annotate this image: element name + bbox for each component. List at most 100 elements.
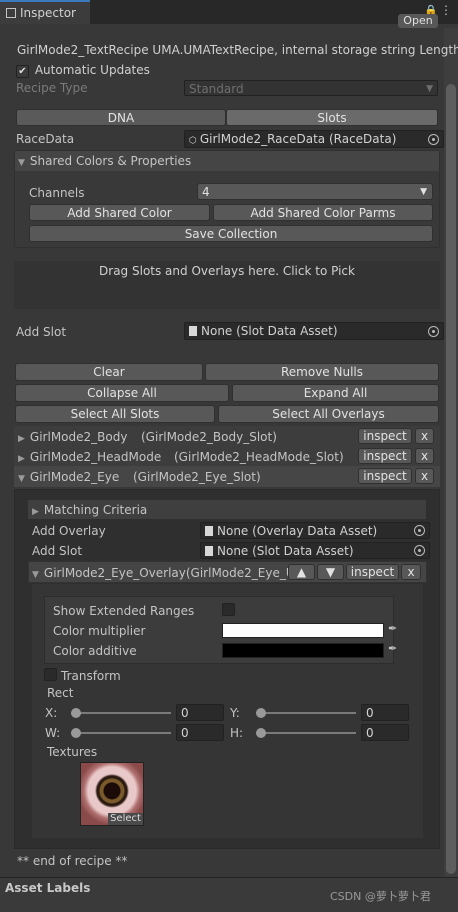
slot-row-label[interactable]: ▼ GirlMode2_Eye bbox=[18, 470, 119, 484]
auto-updates-checkbox[interactable]: ✔ Automatic Updates bbox=[16, 63, 150, 78]
slot-asset-name: (GirlMode2_Eye_Slot) bbox=[133, 470, 261, 484]
more-options-icon[interactable]: ⋮ bbox=[440, 3, 452, 17]
matching-criteria-label: Matching Criteria bbox=[43, 503, 148, 517]
object-picker-icon[interactable] bbox=[414, 525, 425, 536]
shared-colors-label: Shared Colors & Properties bbox=[29, 154, 192, 168]
transform-checkbox[interactable] bbox=[44, 668, 57, 681]
remove-nulls-button[interactable]: Remove Nulls bbox=[205, 363, 439, 381]
race-data-label: RaceData bbox=[16, 132, 75, 146]
object-picker-icon[interactable] bbox=[428, 326, 439, 337]
transform-label: Transform bbox=[61, 669, 121, 683]
add-overlay-label: Add Overlay bbox=[32, 524, 106, 538]
race-data-field[interactable]: ⬡ GirlMode2_RaceData (RaceData) bbox=[184, 130, 444, 148]
slot-asset-name: (GirlMode2_Body_Slot) bbox=[141, 430, 277, 444]
y-slider[interactable] bbox=[256, 712, 356, 714]
select-all-overlays-button[interactable]: Select All Overlays bbox=[218, 405, 439, 423]
rect-label: Rect bbox=[47, 686, 74, 700]
slot-name: GirlMode2_Eye bbox=[29, 470, 120, 484]
shared-colors-title[interactable]: ▼ Shared Colors & Properties bbox=[18, 154, 191, 168]
slot-asset-icon bbox=[189, 326, 197, 336]
triangle-right-icon: ▶ bbox=[32, 507, 39, 517]
overlay-row-label[interactable]: ▼ GirlMode2_Eye_Overlay(GirlMode2_Eye_UM bbox=[32, 566, 288, 580]
w-label: W: bbox=[45, 726, 61, 740]
clear-button[interactable]: Clear bbox=[15, 363, 203, 381]
slot-name: GirlMode2_Body bbox=[29, 430, 128, 444]
add-slot-label: Add Slot bbox=[16, 325, 67, 339]
y-label: Y: bbox=[230, 706, 240, 720]
color-additive-swatch[interactable] bbox=[222, 643, 384, 658]
h-input[interactable]: 0 bbox=[361, 724, 409, 741]
object-picker-icon[interactable] bbox=[414, 545, 425, 556]
asset-labels-title[interactable]: Asset Labels bbox=[5, 881, 90, 895]
remove-slot-button[interactable]: x bbox=[415, 428, 434, 444]
inspect-button[interactable]: inspect bbox=[358, 448, 412, 464]
save-collection-button[interactable]: Save Collection bbox=[29, 225, 433, 242]
eyedropper-icon[interactable]: ✒ bbox=[388, 642, 397, 655]
x-slider-knob[interactable] bbox=[71, 708, 81, 718]
select-all-slots-button[interactable]: Select All Slots bbox=[15, 405, 215, 423]
scrollbar-thumb[interactable] bbox=[446, 84, 456, 874]
triangle-right-icon: ▶ bbox=[18, 434, 25, 444]
w-input[interactable]: 0 bbox=[176, 724, 224, 741]
x-slider[interactable] bbox=[71, 712, 171, 714]
add-shared-color-parms-button[interactable]: Add Shared Color Parms bbox=[213, 204, 433, 221]
inspect-button[interactable]: inspect bbox=[358, 468, 412, 484]
h-slider[interactable] bbox=[256, 732, 356, 734]
triangle-down-icon: ▼ bbox=[32, 570, 39, 580]
drop-area-text: Drag Slots and Overlays here. Click to P… bbox=[99, 264, 355, 278]
textures-label: Textures bbox=[47, 745, 98, 759]
tab-slots[interactable]: Slots bbox=[226, 109, 438, 126]
w-slider-knob[interactable] bbox=[71, 728, 81, 738]
race-data-value: GirlMode2_RaceData (RaceData) bbox=[199, 132, 397, 146]
move-up-button[interactable]: ▲ bbox=[288, 564, 315, 580]
y-input[interactable]: 0 bbox=[361, 704, 409, 721]
select-texture-button[interactable]: Select bbox=[108, 813, 143, 825]
slot-row-label[interactable]: ▶ GirlMode2_HeadMode bbox=[18, 450, 161, 464]
channels-label: Channels bbox=[29, 186, 85, 200]
recipe-type-dropdown: Standard ▼ bbox=[184, 80, 438, 96]
tab-dna[interactable]: DNA bbox=[16, 109, 226, 126]
w-slider[interactable] bbox=[71, 732, 171, 734]
chevron-down-icon: ▼ bbox=[420, 187, 427, 197]
remove-slot-button[interactable]: x bbox=[415, 468, 434, 484]
watermark: CSDN @萝卜萝卜君 bbox=[330, 890, 431, 903]
h-label: H: bbox=[230, 726, 244, 740]
add-slot-field[interactable]: None (Slot Data Asset) bbox=[200, 542, 430, 559]
inspect-button[interactable]: inspect bbox=[358, 428, 412, 444]
overlay-asset-icon bbox=[205, 526, 213, 536]
remove-slot-button[interactable]: x bbox=[415, 448, 434, 464]
auto-updates-label: Automatic Updates bbox=[34, 63, 150, 77]
check-icon: ✔ bbox=[16, 65, 29, 78]
color-multiplier-label: Color multiplier bbox=[53, 624, 146, 638]
y-slider-knob[interactable] bbox=[256, 708, 266, 718]
x-input[interactable]: 0 bbox=[176, 704, 224, 721]
matching-criteria[interactable]: ▶ Matching Criteria bbox=[32, 503, 147, 517]
expand-all-button[interactable]: Expand All bbox=[232, 384, 439, 402]
color-additive-label: Color additive bbox=[53, 644, 137, 658]
open-button[interactable]: Open bbox=[398, 14, 438, 28]
recipe-type-label: Recipe Type bbox=[16, 81, 88, 95]
inspect-button[interactable]: inspect bbox=[346, 564, 399, 580]
show-extended-ranges-checkbox[interactable] bbox=[222, 603, 235, 616]
object-picker-icon[interactable] bbox=[428, 134, 439, 145]
add-shared-color-button[interactable]: Add Shared Color bbox=[29, 204, 210, 221]
tab-label: Inspector bbox=[20, 6, 76, 20]
collapse-all-button[interactable]: Collapse All bbox=[15, 384, 229, 402]
eyedropper-icon[interactable]: ✒ bbox=[388, 622, 397, 635]
add-slot-field[interactable]: None (Slot Data Asset) bbox=[184, 322, 444, 340]
tab-inspector[interactable]: Inspector bbox=[0, 0, 90, 24]
color-multiplier-swatch[interactable] bbox=[222, 623, 384, 638]
triangle-down-icon: ▼ bbox=[18, 158, 25, 168]
slot-name: GirlMode2_HeadMode bbox=[29, 450, 162, 464]
remove-overlay-button[interactable]: x bbox=[401, 564, 421, 580]
move-down-button[interactable]: ▼ bbox=[317, 564, 344, 580]
h-slider-knob[interactable] bbox=[256, 728, 266, 738]
inspector-icon bbox=[6, 8, 16, 18]
add-overlay-field[interactable]: None (Overlay Data Asset) bbox=[200, 522, 430, 539]
recipe-type-value: Standard bbox=[189, 82, 244, 96]
add-slot-label: Add Slot bbox=[32, 544, 83, 558]
channels-dropdown[interactable]: 4 ▼ bbox=[197, 183, 433, 200]
show-extended-ranges-label: Show Extended Ranges bbox=[53, 604, 195, 618]
channels-value: 4 bbox=[202, 185, 210, 199]
slot-row-label[interactable]: ▶ GirlMode2_Body bbox=[18, 430, 127, 444]
